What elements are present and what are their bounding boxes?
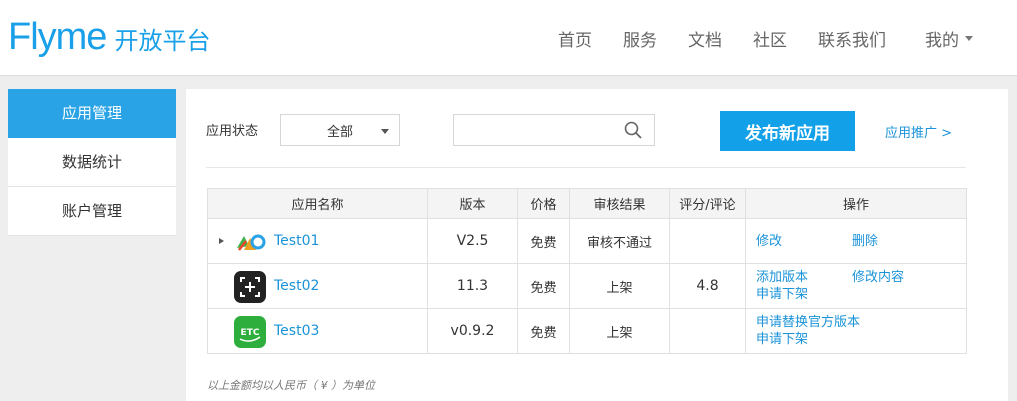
app-icon-test02 (234, 271, 266, 303)
app-name-link[interactable]: Test02 (274, 278, 319, 294)
col-header-score: 评分/评论 (669, 188, 746, 219)
sidebar-item-app-management[interactable]: 应用管理 (8, 89, 176, 138)
logo-wordmark: Flyme (8, 16, 107, 58)
cell-review-status: 审核不通过 (569, 218, 670, 264)
nav-contact[interactable]: 联系我们 (818, 26, 886, 51)
col-header-version: 版本 (427, 188, 518, 219)
cell-app-name: ETC Test03 (207, 308, 428, 354)
status-select[interactable]: 全部 (280, 114, 400, 146)
main-nav: 首页 服务 文档 社区 联系我们 我的 (558, 0, 1017, 76)
toolbar: 应用状态 全部 发布新应用 应用推广 > (206, 110, 966, 168)
cell-review-status: 上架 (569, 263, 670, 309)
top-header: Flyme 开放平台 首页 服务 文档 社区 联系我们 我的 (0, 0, 1017, 76)
nav-community[interactable]: 社区 (753, 26, 787, 51)
col-header-price: 价格 (517, 188, 570, 219)
nav-home[interactable]: 首页 (558, 26, 592, 51)
app-name-link[interactable]: Test01 (274, 233, 319, 249)
chevron-down-icon (965, 35, 973, 41)
cell-score (669, 218, 746, 264)
app-name-link[interactable]: Test03 (274, 323, 319, 339)
expand-arrow-icon[interactable] (219, 238, 224, 244)
col-header-review: 审核结果 (569, 188, 670, 219)
search-icon[interactable] (624, 121, 642, 139)
sidebar: 应用管理 数据统计 账户管理 (8, 89, 176, 236)
cell-version: 11.3 (427, 263, 518, 309)
flyme-logo[interactable]: Flyme 开放平台 (8, 14, 210, 64)
search-input[interactable] (454, 115, 614, 145)
table-row: ETC Test03 v0.9.2 免费 上架 申请替换官方版本 申请下架 (207, 308, 967, 354)
search-box (453, 114, 655, 146)
cell-ops: 修改 删除 (745, 218, 967, 264)
logo-subtitle: 开放平台 (114, 27, 211, 55)
main-panel: 应用状态 全部 发布新应用 应用推广 > 应用名称 版本 价格 审核结果 评分/… (186, 89, 1008, 401)
modify-content-link[interactable]: 修改内容 (852, 269, 904, 286)
col-header-name: 应用名称 (207, 188, 428, 219)
nav-docs[interactable]: 文档 (688, 26, 722, 51)
apps-table: 应用名称 版本 价格 审核结果 评分/评论 操作 Test01 V2.5 免费 … (207, 188, 967, 354)
app-promotion-link[interactable]: 应用推广 > (885, 122, 952, 141)
cell-version: v0.9.2 (427, 308, 518, 354)
nav-services[interactable]: 服务 (623, 26, 657, 51)
nav-me-dropdown[interactable]: 我的 (925, 26, 973, 51)
table-header-row: 应用名称 版本 价格 审核结果 评分/评论 操作 (207, 188, 967, 219)
sidebar-item-account[interactable]: 账户管理 (8, 187, 176, 236)
delete-link[interactable]: 删除 (852, 233, 878, 250)
cell-ops: 申请替换官方版本 申请下架 (745, 308, 967, 354)
app-icon-test01 (237, 234, 266, 251)
sidebar-item-statistics[interactable]: 数据统计 (8, 138, 176, 187)
app-icon-test03: ETC (234, 316, 266, 348)
status-select-value: 全部 (326, 124, 353, 140)
table-row: Test02 11.3 免费 上架 4.8 添加版本 修改内容 申请下架 (207, 263, 967, 309)
cell-score (669, 308, 746, 354)
cell-price: 免费 (517, 218, 570, 264)
request-delist-link[interactable]: 申请下架 (756, 286, 808, 303)
table-row: Test01 V2.5 免费 审核不通过 修改 删除 (207, 218, 967, 264)
request-delist-link[interactable]: 申请下架 (756, 331, 808, 348)
app-icon-text: ETC (241, 328, 260, 338)
cell-score: 4.8 (669, 263, 746, 309)
edit-link[interactable]: 修改 (756, 233, 782, 250)
publish-new-app-button[interactable]: 发布新应用 (720, 111, 855, 151)
nav-me-label: 我的 (925, 30, 959, 51)
cell-version: V2.5 (427, 218, 518, 264)
request-official-replace-link[interactable]: 申请替换官方版本 (756, 314, 860, 331)
add-version-link[interactable]: 添加版本 (756, 269, 808, 286)
currency-note: 以上金额均以人民币（ ¥ ）为单位 (207, 379, 375, 392)
cell-price: 免费 (517, 308, 570, 354)
chevron-down-icon (381, 129, 389, 134)
cell-price: 免费 (517, 263, 570, 309)
cell-app-name: Test02 (207, 263, 428, 309)
cell-review-status: 上架 (569, 308, 670, 354)
cell-app-name: Test01 (207, 218, 428, 264)
col-header-ops: 操作 (745, 188, 967, 219)
status-label: 应用状态 (206, 124, 259, 139)
cell-ops: 添加版本 修改内容 申请下架 (745, 263, 967, 309)
